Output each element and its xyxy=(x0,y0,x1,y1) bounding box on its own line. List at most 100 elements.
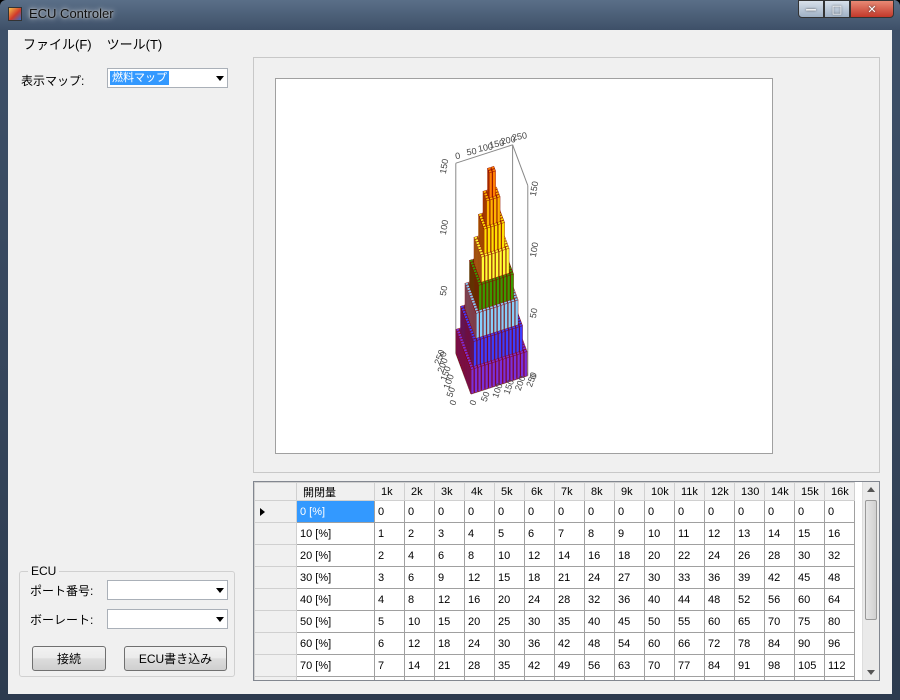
table-cell[interactable]: 84 xyxy=(704,654,735,677)
table-cell[interactable]: 42 xyxy=(524,654,555,677)
row-label-cell[interactable]: 60 [%] xyxy=(296,632,375,655)
table-cell[interactable]: 56 xyxy=(764,588,795,611)
table-cell[interactable]: 30 xyxy=(794,544,825,567)
table-cell[interactable]: 12 xyxy=(524,544,555,567)
table-cell[interactable]: 36 xyxy=(704,566,735,589)
table-cell[interactable]: 36 xyxy=(524,632,555,655)
table-cell[interactable]: 56 xyxy=(584,654,615,677)
table-cell[interactable]: 27 xyxy=(614,566,645,589)
table-cell[interactable]: 21 xyxy=(554,566,585,589)
table-cell[interactable]: 14 xyxy=(404,654,435,677)
table-cell[interactable]: 48 xyxy=(704,588,735,611)
table-cell[interactable]: 16 xyxy=(584,544,615,567)
table-cell[interactable]: 65 xyxy=(734,610,765,633)
table-cell[interactable]: 78 xyxy=(734,632,765,655)
table-cell[interactable]: 22 xyxy=(674,544,705,567)
table-cell[interactable]: 30 xyxy=(524,610,555,633)
table-cell[interactable]: 20 xyxy=(494,588,525,611)
table-cell[interactable]: 16 xyxy=(404,676,435,680)
table-cell[interactable]: 21 xyxy=(434,654,465,677)
table-cell[interactable]: 48 xyxy=(524,676,555,680)
table-cell[interactable]: 16 xyxy=(464,588,495,611)
vertical-scrollbar[interactable] xyxy=(862,482,879,680)
table-cell[interactable]: 25 xyxy=(494,610,525,633)
title-bar[interactable]: ECU Controler — □ ✕ xyxy=(0,0,900,28)
row-header[interactable] xyxy=(254,654,297,677)
table-cell[interactable]: 8 xyxy=(404,588,435,611)
minimize-button[interactable]: — xyxy=(798,0,824,18)
table-cell[interactable]: 98 xyxy=(764,654,795,677)
table-cell[interactable]: 12 xyxy=(704,522,735,545)
table-cell[interactable]: 4 xyxy=(404,544,435,567)
table-cell[interactable]: 112 xyxy=(824,654,855,677)
close-button[interactable]: ✕ xyxy=(850,0,894,18)
table-cell[interactable]: 20 xyxy=(644,544,675,567)
table-cell[interactable]: 8 xyxy=(374,676,405,680)
table-cell[interactable]: 6 xyxy=(524,522,555,545)
table-cell[interactable]: 105 xyxy=(794,654,825,677)
table-cell[interactable]: 0 xyxy=(434,500,465,523)
table-cell[interactable]: 4 xyxy=(464,522,495,545)
row-header[interactable] xyxy=(254,522,297,545)
table-cell[interactable]: 0 xyxy=(674,500,705,523)
table-cell[interactable]: 2 xyxy=(374,544,405,567)
table-cell[interactable]: 0 xyxy=(494,500,525,523)
row-label-cell[interactable]: 0 [%] xyxy=(296,500,375,523)
table-cell[interactable]: 91 xyxy=(734,654,765,677)
table-cell[interactable]: 64 xyxy=(584,676,615,680)
table-cell[interactable]: 0 xyxy=(704,500,735,523)
table-cell[interactable]: 1 xyxy=(374,522,405,545)
table-cell[interactable]: 32 xyxy=(584,588,615,611)
table-cell[interactable]: 18 xyxy=(614,544,645,567)
scroll-thumb[interactable] xyxy=(865,500,877,620)
table-cell[interactable]: 28 xyxy=(464,654,495,677)
table-cell[interactable]: 70 xyxy=(644,654,675,677)
table-cell[interactable]: 6 xyxy=(434,544,465,567)
table-cell[interactable]: 30 xyxy=(494,632,525,655)
table-cell[interactable]: 70 xyxy=(764,610,795,633)
table-cell[interactable]: 24 xyxy=(584,566,615,589)
table-cell[interactable]: 9 xyxy=(434,566,465,589)
map-data-grid[interactable]: 開閉量 1k 2k 3k 4k 5k 6k 7k 8k 9k 10k 11k 12k 130 14k 15k 1… xyxy=(253,481,880,681)
table-cell[interactable]: 88 xyxy=(674,676,705,680)
table-cell[interactable]: 26 xyxy=(734,544,765,567)
table-cell[interactable]: 28 xyxy=(764,544,795,567)
table-cell[interactable]: 128 xyxy=(824,676,855,680)
menu-file[interactable]: ファイル(F) xyxy=(16,30,100,52)
table-cell[interactable]: 33 xyxy=(674,566,705,589)
table-cell[interactable]: 2 xyxy=(404,522,435,545)
table-cell[interactable]: 24 xyxy=(704,544,735,567)
table-cell[interactable]: 45 xyxy=(614,610,645,633)
table-cell[interactable]: 10 xyxy=(644,522,675,545)
table-cell[interactable]: 3 xyxy=(434,522,465,545)
table-cell[interactable]: 104 xyxy=(734,676,765,680)
table-cell[interactable]: 14 xyxy=(764,522,795,545)
table-cell[interactable]: 112 xyxy=(764,676,795,680)
row-header[interactable] xyxy=(254,632,297,655)
table-cell[interactable]: 75 xyxy=(794,610,825,633)
row-label-cell[interactable]: 20 [%] xyxy=(296,544,375,567)
table-cell[interactable]: 7 xyxy=(554,522,585,545)
table-cell[interactable]: 39 xyxy=(734,566,765,589)
table-cell[interactable]: 0 xyxy=(794,500,825,523)
scroll-up-icon[interactable] xyxy=(867,487,875,492)
scroll-down-icon[interactable] xyxy=(867,670,875,675)
row-label-cell[interactable]: 80 [%] xyxy=(296,676,375,680)
table-cell[interactable]: 15 xyxy=(434,610,465,633)
table-cell[interactable]: 12 xyxy=(404,632,435,655)
table-cell[interactable]: 40 xyxy=(644,588,675,611)
table-cell[interactable]: 96 xyxy=(824,632,855,655)
table-cell[interactable]: 4 xyxy=(374,588,405,611)
table-cell[interactable]: 6 xyxy=(374,632,405,655)
table-cell[interactable]: 35 xyxy=(494,654,525,677)
table-cell[interactable]: 16 xyxy=(824,522,855,545)
table-cell[interactable]: 42 xyxy=(554,632,585,655)
table-cell[interactable]: 32 xyxy=(824,544,855,567)
table-cell[interactable]: 0 xyxy=(554,500,585,523)
table-cell[interactable]: 35 xyxy=(554,610,585,633)
table-cell[interactable]: 0 xyxy=(404,500,435,523)
table-cell[interactable]: 15 xyxy=(794,522,825,545)
table-cell[interactable]: 72 xyxy=(704,632,735,655)
table-cell[interactable]: 0 xyxy=(644,500,675,523)
maximize-button[interactable]: □ xyxy=(824,0,850,18)
